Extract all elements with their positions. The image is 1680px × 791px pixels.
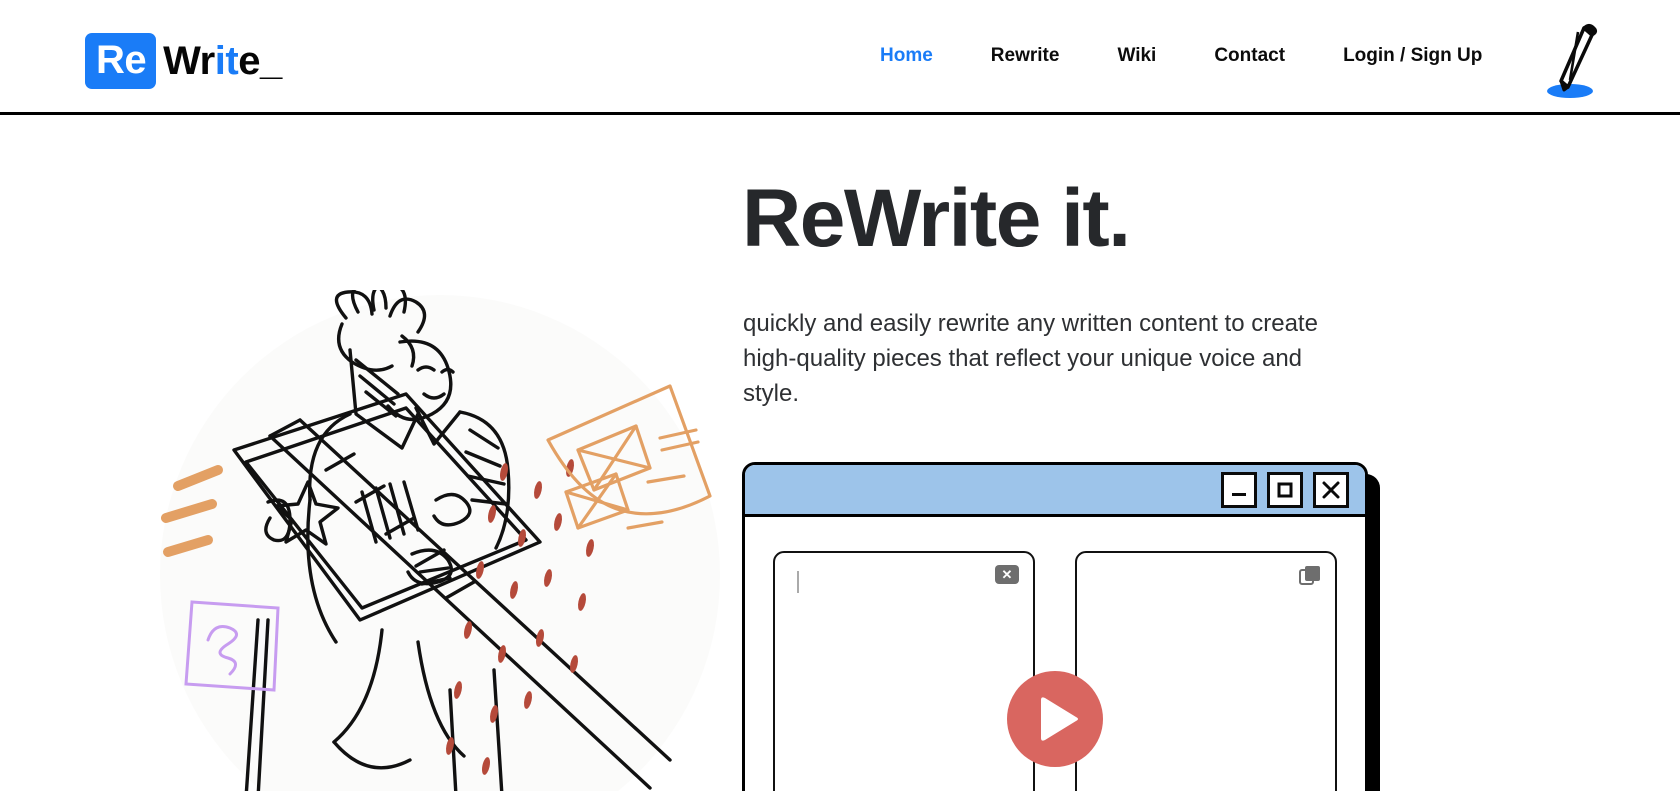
play-icon [1041, 697, 1078, 741]
minimize-icon [1232, 492, 1246, 496]
clear-icon[interactable]: ✕ [995, 565, 1019, 584]
logo-text-wr: Wr [163, 39, 215, 83]
logo-badge-re: Re [85, 33, 157, 89]
text-caret [797, 571, 799, 593]
logo-text-e: e [238, 39, 260, 83]
app-window-mockup: ✕ [742, 462, 1380, 791]
nav-item-login-signup[interactable]: Login / Sign Up [1343, 39, 1482, 73]
nav-item-rewrite[interactable]: Rewrite [991, 39, 1060, 73]
logo-text-it: it [214, 39, 239, 83]
person-writing-illustration [150, 282, 790, 791]
close-button[interactable] [1313, 471, 1349, 508]
nav-item-home[interactable]: Home [880, 39, 933, 73]
logo-text-underscore: _ [259, 39, 282, 83]
app-window: ✕ [742, 462, 1368, 791]
page-title: ReWrite it. [742, 173, 1131, 264]
pen-icon[interactable] [1540, 18, 1602, 100]
brand-logo[interactable]: Re Wr it e _ [85, 33, 282, 89]
main-navigation: Home Rewrite Wiki Contact Login / Sign U… [880, 0, 1482, 112]
nav-item-wiki[interactable]: Wiki [1117, 39, 1156, 73]
result-text-panel[interactable] [1075, 551, 1337, 791]
orange-dashes [161, 465, 223, 557]
maximize-button[interactable] [1267, 471, 1303, 508]
orange-document [546, 384, 712, 530]
site-header: Re Wr it e _ Home Rewrite Wiki Contact L… [0, 0, 1680, 115]
close-icon [1322, 481, 1340, 498]
source-text-panel[interactable]: ✕ [773, 551, 1035, 791]
minimize-button[interactable] [1221, 471, 1257, 508]
landing-page: Re Wr it e _ Home Rewrite Wiki Contact L… [0, 0, 1680, 791]
nav-item-contact[interactable]: Contact [1214, 39, 1285, 73]
copy-icon[interactable] [1299, 565, 1321, 587]
window-titlebar [745, 465, 1365, 517]
maximize-icon [1277, 482, 1293, 497]
play-button[interactable] [1007, 671, 1103, 767]
page-subtitle: quickly and easily rewrite any written c… [743, 310, 1318, 407]
